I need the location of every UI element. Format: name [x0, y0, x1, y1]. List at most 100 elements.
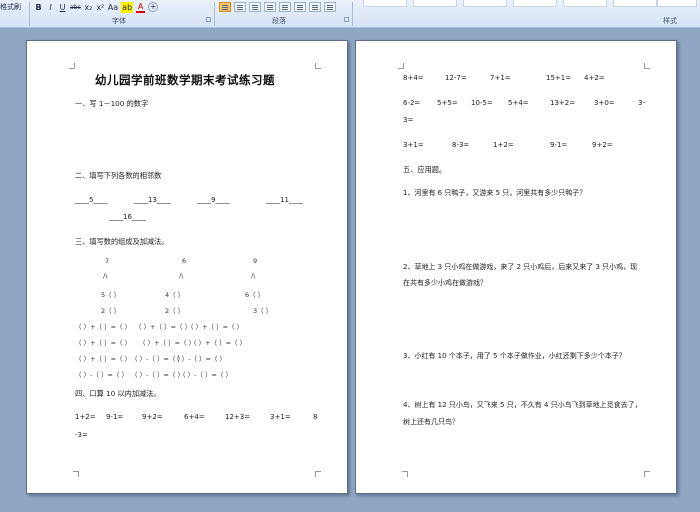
- superscript-button[interactable]: x²: [96, 2, 105, 13]
- arithmetic-item: 12-7=: [445, 74, 467, 82]
- mental-math-item: 1+2=: [75, 413, 96, 421]
- style-swatch[interactable]: [563, 0, 607, 7]
- section-heading: 二、填写下列各数的相邻数: [75, 171, 162, 180]
- arithmetic-item: 6-2=: [403, 99, 421, 107]
- style-swatch[interactable]: [657, 0, 697, 7]
- neighbor-blank: ____13____: [134, 196, 171, 204]
- style-swatch[interactable]: [513, 0, 557, 7]
- mental-math-item: 9+2=: [142, 413, 163, 421]
- neighbor-blank: ____9____: [197, 196, 230, 204]
- font-dialog-launcher-icon[interactable]: [206, 17, 211, 22]
- document-page-2[interactable]: 8+4= 12-7= 7+1= 15+1= 4+2= 6-2= 5+5= 10-…: [355, 40, 677, 494]
- crop-mark: [315, 63, 321, 69]
- neighbor-blank: ____11____: [266, 196, 303, 204]
- style-swatch[interactable]: [413, 0, 457, 7]
- composition-top: 7: [105, 257, 110, 265]
- ribbon-separator: [29, 2, 30, 26]
- equation-blank: （ ）+（ ）=（ ）: [190, 339, 247, 347]
- word-problem: 在共有多少小鸡在做游戏？: [403, 279, 487, 287]
- equation-blank: （ ）-（ ）=（ ）: [173, 355, 226, 363]
- ribbon-separator: [352, 2, 353, 26]
- align-left-icon[interactable]: [219, 2, 231, 12]
- subscript-button[interactable]: x₂: [84, 2, 93, 13]
- arithmetic-item: 4+2=: [584, 74, 605, 82]
- composition-top: 6: [182, 257, 187, 265]
- arithmetic-item: 3-: [638, 99, 645, 107]
- composition-row: 6（ ）: [245, 291, 265, 299]
- composition-row: 2（ ）: [165, 307, 185, 315]
- section-heading: 三、填写数的组成及加减法。: [75, 237, 169, 246]
- style-swatch[interactable]: [363, 0, 407, 7]
- font-color-button[interactable]: A: [136, 2, 146, 13]
- equation-blank: （ ）+（ ）=（ ）: [187, 323, 244, 331]
- change-case-button[interactable]: Aa: [108, 2, 118, 13]
- paragraph-dialog-launcher-icon[interactable]: [344, 17, 349, 22]
- composition-branch: /\: [103, 272, 108, 280]
- ribbon: 格式刷 B I U abc x₂ x² Aa ab A + 字体 段落 样式: [0, 0, 700, 28]
- arithmetic-item: 15+1=: [546, 74, 572, 82]
- equation-blank: （ ）+（ ）=（ ）: [75, 355, 132, 363]
- equation-blank: （ ）-（ ）=（ ）: [131, 371, 184, 379]
- bold-button[interactable]: B: [34, 2, 43, 13]
- arithmetic-item: 13+2=: [550, 99, 576, 107]
- crop-mark: [73, 471, 79, 477]
- strikethrough-button[interactable]: abc: [70, 2, 81, 13]
- line-spacing-icon[interactable]: [294, 2, 306, 12]
- paragraph-buttons: [219, 0, 339, 14]
- equation-blank: （ ）+（ ）=（ ）: [139, 339, 196, 347]
- crop-mark: [644, 471, 650, 477]
- justify-icon[interactable]: [264, 2, 276, 12]
- underline-button[interactable]: U: [58, 2, 67, 13]
- arithmetic-item: 5+5=: [437, 99, 458, 107]
- word-problem: 1、河里有 6 只鸭子，又游来 5 只，河里共有多少只鸭子？: [403, 189, 587, 197]
- arithmetic-item: 3+0=: [594, 99, 615, 107]
- style-swatch[interactable]: [463, 0, 507, 7]
- arithmetic-item: 9-1=: [550, 141, 568, 149]
- word-problem: 树上还有几只鸟？: [403, 418, 459, 426]
- arithmetic-item: 9+2=: [592, 141, 613, 149]
- equation-blank: （ ）+（ ）=（ ）: [75, 339, 132, 347]
- align-center-icon[interactable]: [234, 2, 246, 12]
- crop-mark: [398, 63, 404, 69]
- composition-row: 4（ ）: [165, 291, 185, 299]
- composition-top: 9: [253, 257, 258, 265]
- mental-math-item: 9-1=: [106, 413, 124, 421]
- format-painter-stub[interactable]: 格式刷: [0, 0, 24, 14]
- crop-mark: [644, 63, 650, 69]
- document-page-1[interactable]: 幼儿园学前班数学期末考试练习题 一、写 1－100 的数字 二、填写下列各数的相…: [26, 40, 348, 494]
- equation-blank: （ ）+（ ）=（ ）: [135, 323, 192, 331]
- arithmetic-item: 3=: [403, 116, 414, 124]
- distribute-icon[interactable]: [279, 2, 291, 12]
- crop-mark: [315, 471, 321, 477]
- equation-blank: （ ）-（ ）=（ ）: [179, 371, 232, 379]
- neighbor-blank: ____16____: [109, 213, 146, 221]
- shading-icon[interactable]: [309, 2, 321, 12]
- clear-format-icon[interactable]: +: [148, 2, 159, 12]
- borders-icon[interactable]: [324, 2, 336, 12]
- composition-row: 5（ ）: [101, 291, 121, 299]
- arithmetic-item: 10-5=: [471, 99, 493, 107]
- mental-math-item: 12+3=: [225, 413, 251, 421]
- mental-math-item: -3=: [75, 431, 88, 439]
- arithmetic-item: 1+2=: [493, 141, 514, 149]
- equation-blank: （ ）-（ ）=（ ）: [75, 371, 128, 379]
- highlight-button[interactable]: ab: [121, 1, 134, 13]
- word-problem: 4、树上有 12 只小鸟，又飞来 5 只，不久有 4 只小鸟飞到草地上觅食去了，: [403, 401, 642, 409]
- section-heading: 一、写 1－100 的数字: [75, 99, 149, 108]
- arithmetic-item: 3+1=: [403, 141, 424, 149]
- word-problem: 3、小红有 10 个本子，用了 5 个本子做作业，小红还剩下多少个本子？: [403, 352, 626, 360]
- equation-blank: （ ）+（ ）=（ ）: [75, 323, 132, 331]
- italic-button[interactable]: I: [46, 2, 55, 13]
- arithmetic-item: 8+4=: [403, 74, 424, 82]
- composition-row: 2（ ）: [101, 307, 121, 315]
- mental-math-item: 8: [313, 413, 318, 421]
- styles-gallery[interactable]: [355, 0, 700, 28]
- section-heading: 五、应用题。: [403, 165, 447, 174]
- align-right-icon[interactable]: [249, 2, 261, 12]
- neighbor-blank: ____5____: [75, 196, 108, 204]
- style-swatch[interactable]: [613, 0, 657, 7]
- format-painter-label[interactable]: 格式刷: [0, 2, 21, 13]
- page-title: 幼儿园学前班数学期末考试练习题: [95, 73, 275, 87]
- mental-math-item: 6+4=: [184, 413, 205, 421]
- mental-math-item: 3+1=: [270, 413, 291, 421]
